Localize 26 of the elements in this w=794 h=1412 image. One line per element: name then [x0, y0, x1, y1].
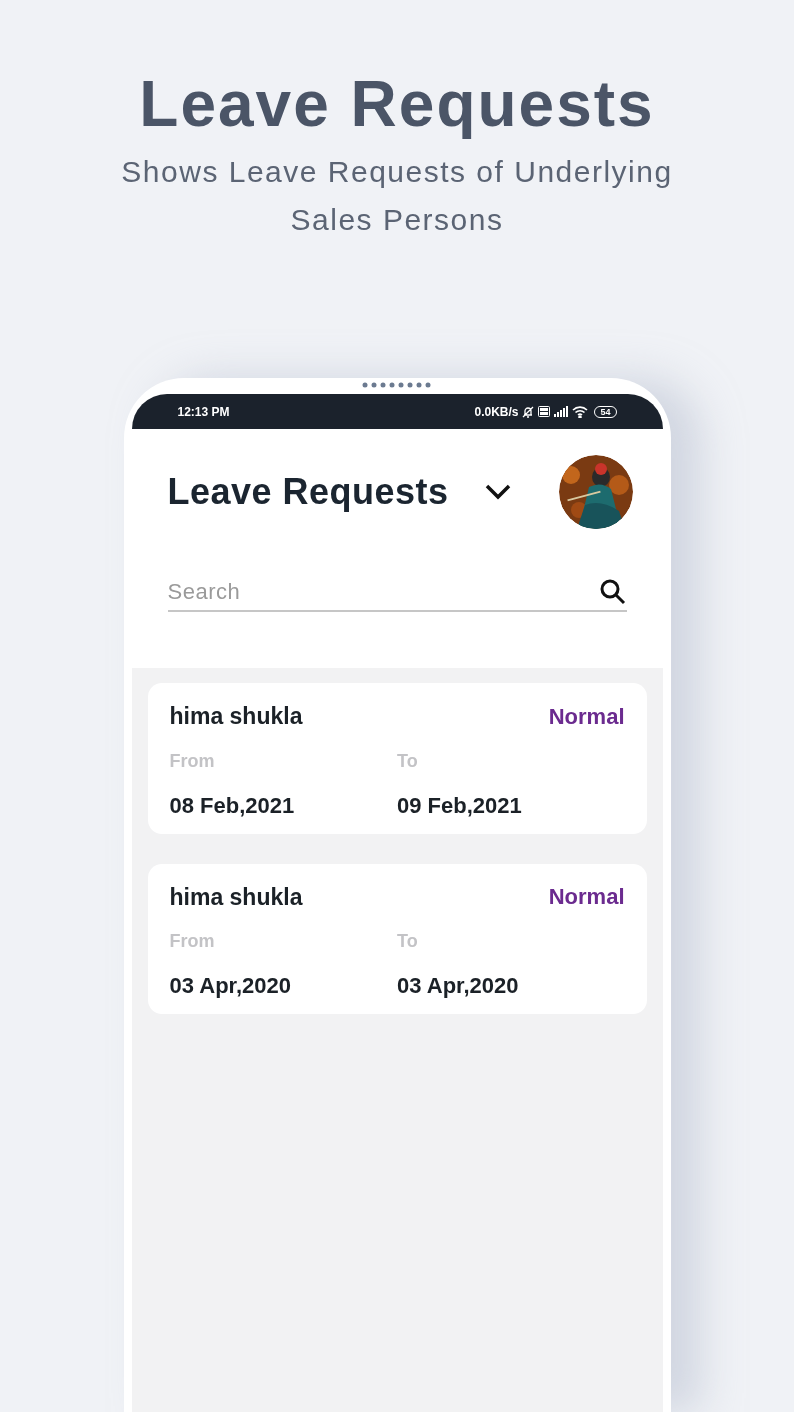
chevron-down-icon[interactable]: [484, 484, 511, 500]
to-date: 09 Feb,2021: [397, 791, 523, 820]
request-card[interactable]: hima shukla Normal From To 03 Apr,2020 03 Apr,2020: [147, 863, 647, 1014]
leave-type: Normal: [548, 883, 625, 912]
signal-icon: [554, 406, 569, 417]
page-subtitle: Shows Leave Requests of Underlying Sales Persons: [120, 154, 674, 238]
from-date: 08 Feb,2021: [169, 791, 296, 820]
from-label: From: [169, 749, 216, 773]
search-field[interactable]: Search: [167, 575, 599, 608]
to-label: To: [397, 930, 419, 953]
to-label: To: [397, 749, 419, 773]
employee-name: hima shukla: [169, 702, 303, 731]
search-icon[interactable]: [598, 577, 627, 606]
from-date: 03 Apr,2020: [169, 972, 292, 1000]
screen-title: Leave Requests: [167, 470, 449, 514]
leave-type: Normal: [548, 702, 625, 731]
to-date: 03 Apr,2020: [397, 972, 520, 1000]
wifi-icon: [572, 405, 589, 418]
page-title: Leave Requests: [139, 67, 655, 142]
request-card[interactable]: hima shukla Normal From To 08 Feb,2021 09 Feb,2021: [147, 683, 647, 834]
from-label: From: [169, 930, 216, 953]
network-speed: 0.0KB/s: [474, 403, 519, 421]
muted-bell-icon: [522, 405, 535, 418]
speaker-icon: [361, 382, 432, 388]
employee-name: hima shukla: [169, 882, 303, 912]
status-time: 12:13 PM: [177, 403, 230, 421]
